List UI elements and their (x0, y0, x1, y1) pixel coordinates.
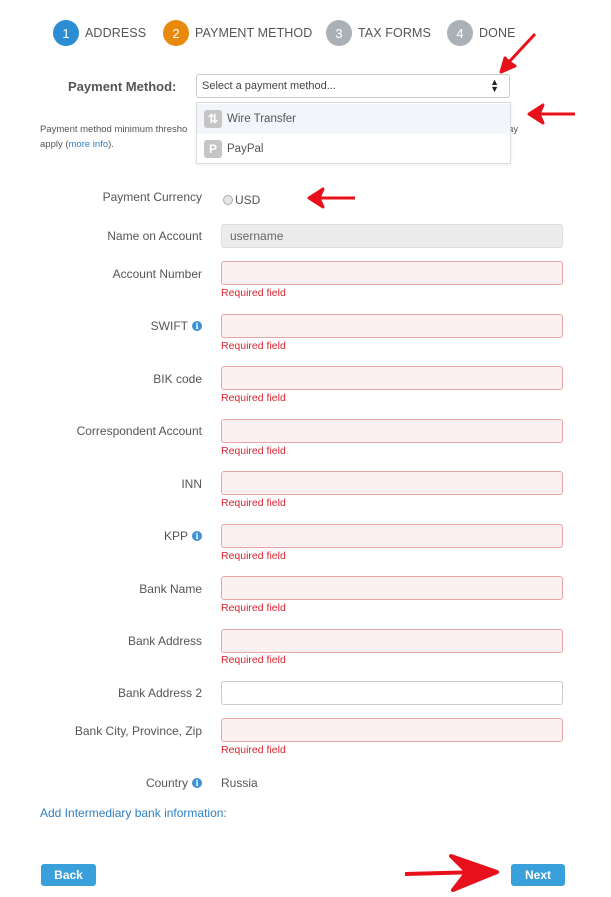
annotation-arrow-icon (307, 187, 355, 209)
step-number: 1 (53, 20, 79, 46)
step-number: 2 (163, 20, 189, 46)
step-address[interactable]: 1 ADDRESS (53, 20, 146, 46)
field-label: INN (181, 477, 202, 491)
field-value: username (230, 229, 284, 243)
name-on-account-input: username (221, 224, 563, 248)
step-number: 3 (326, 20, 352, 46)
required-error: Required field (221, 445, 286, 457)
wire-transfer-icon: ⇅ (204, 110, 222, 128)
back-button[interactable]: Back (41, 864, 96, 886)
bank-address-input[interactable] (221, 629, 563, 653)
inn-input[interactable] (221, 471, 563, 495)
field-label: SWIFT (150, 319, 188, 333)
annotation-arrow-icon (527, 103, 575, 125)
payment-method-dropdown: ⇅ Wire Transfer P PayPal (196, 102, 511, 164)
field-label: Account Number (112, 267, 202, 281)
field-label: Bank Address (127, 634, 202, 648)
field-label: Bank City, Province, Zip (74, 724, 202, 738)
step-label: PAYMENT METHOD (195, 26, 313, 40)
kpp-label: KPP i (164, 529, 202, 543)
bik-code-input[interactable] (221, 366, 563, 390)
option-paypal[interactable]: P PayPal (197, 134, 510, 164)
required-error: Required field (221, 550, 286, 562)
step-payment-method[interactable]: 2 PAYMENT METHOD (163, 20, 312, 46)
select-placeholder: Select a payment method... (202, 80, 336, 92)
country-value: Russia (221, 776, 258, 790)
payment-method-label: Payment Method: (68, 79, 177, 94)
required-error: Required field (221, 287, 286, 299)
field-label: Correspondent Account (76, 424, 202, 438)
step-tax-forms[interactable]: 3 TAX FORMS (326, 20, 431, 46)
correspondent-account-input[interactable] (221, 419, 563, 443)
swift-input[interactable] (221, 314, 563, 338)
paypal-icon: P (204, 140, 222, 158)
field-label: Name on Account (107, 229, 202, 243)
radio-label: USD (235, 193, 261, 207)
step-number: 4 (447, 20, 473, 46)
annotation-arrow-icon (404, 854, 499, 892)
currency-radio-usd[interactable]: USD (223, 193, 260, 207)
bank-address-2-input[interactable] (221, 681, 563, 705)
payment-currency-label: Payment Currency (102, 190, 202, 204)
step-label: TAX FORMS (358, 26, 431, 40)
field-label: BIK code (153, 372, 202, 386)
next-button[interactable]: Next (511, 864, 565, 886)
field-label: KPP (163, 529, 188, 543)
option-label: PayPal (227, 143, 264, 155)
country-label: Country i (146, 776, 202, 790)
field-label: Country (145, 776, 188, 790)
bank-name-input[interactable] (221, 576, 563, 600)
swift-label: SWIFT i (151, 319, 202, 333)
bank-city-province-zip-input[interactable] (221, 718, 563, 742)
radio-button[interactable] (223, 195, 233, 205)
sort-caret-icon: ▲ ▼ (490, 77, 499, 94)
add-intermediary-bank-link[interactable]: Add Intermediary bank information: (40, 806, 227, 820)
payment-method-select[interactable]: Select a payment method... ▲ ▼ (196, 74, 510, 98)
option-wire-transfer[interactable]: ⇅ Wire Transfer (197, 104, 510, 134)
note-text: ). (108, 139, 114, 150)
annotation-arrow-icon (499, 32, 537, 74)
info-icon[interactable]: i (192, 778, 202, 788)
required-error: Required field (221, 744, 286, 756)
field-label: Bank Name (139, 582, 202, 596)
required-error: Required field (221, 340, 286, 352)
kpp-input[interactable] (221, 524, 563, 548)
required-error: Required field (221, 497, 286, 509)
account-number-input[interactable] (221, 261, 563, 285)
note-text: Payment method minimum thresho (40, 124, 188, 135)
info-icon[interactable]: i (192, 531, 202, 541)
required-error: Required field (221, 654, 286, 666)
note-text: apply ( (40, 139, 69, 150)
option-label: Wire Transfer (227, 113, 297, 125)
required-error: Required field (221, 602, 286, 614)
step-label: ADDRESS (85, 26, 147, 40)
required-error: Required field (221, 392, 286, 404)
more-info-link[interactable]: more info (69, 139, 109, 150)
field-label: Bank Address 2 (117, 686, 202, 700)
info-icon[interactable]: i (192, 321, 202, 331)
